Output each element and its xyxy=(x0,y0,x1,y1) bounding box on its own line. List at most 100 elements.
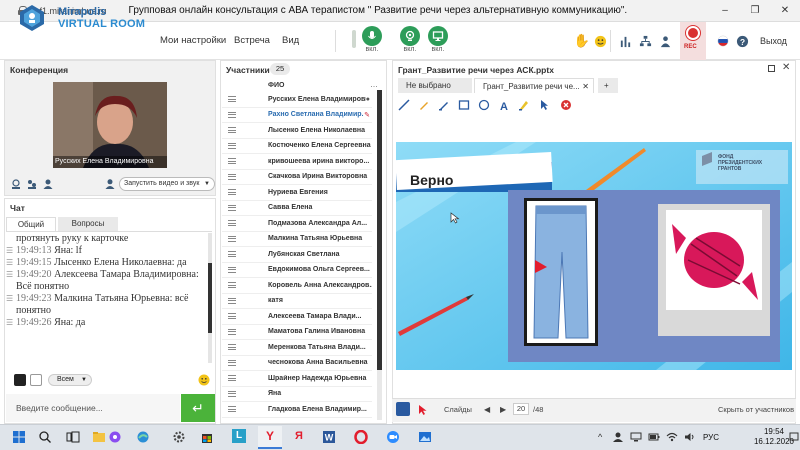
presentation-slide[interactable]: Верно ФОНД ПРЕЗИДЕНТСКИХ ГРАНТОВ xyxy=(396,142,792,370)
participant-row[interactable]: Костюченко Елена Сергеевна xyxy=(222,139,372,154)
participant-row[interactable]: Коровель Анна Александров... xyxy=(222,278,372,294)
marker-tool-icon[interactable] xyxy=(438,99,450,111)
camera-button[interactable] xyxy=(400,26,420,46)
pointer-tool-icon[interactable] xyxy=(538,99,550,111)
battery-icon[interactable] xyxy=(648,432,660,442)
maximize-panel-icon[interactable] xyxy=(768,65,775,72)
zoom-icon[interactable] xyxy=(386,430,400,444)
video-grid-icon[interactable] xyxy=(10,178,22,190)
language-indicator[interactable]: РУС xyxy=(703,433,719,442)
tab-presentation-file[interactable]: Грант_Развитие речи че... ✕ xyxy=(474,78,594,93)
yandex-icon[interactable]: Я xyxy=(292,429,306,443)
task-view-icon[interactable] xyxy=(66,430,80,444)
close-tab-icon[interactable]: ✕ xyxy=(582,79,589,93)
participant-row[interactable]: катя xyxy=(222,294,372,309)
pencil-tool-icon[interactable] xyxy=(418,99,430,111)
chat-scroll-thumb[interactable] xyxy=(208,263,212,333)
participant-row[interactable]: Скачкова Ирина Викторовна xyxy=(222,170,372,185)
participant-row[interactable]: Русских Елена Владимировна ● xyxy=(222,92,372,108)
help-icon[interactable]: ? xyxy=(734,33,750,49)
participant-row[interactable]: Савва Елена xyxy=(222,201,372,216)
chat-message-input[interactable]: Введите сообщение... xyxy=(6,394,180,422)
participant-row[interactable]: Евдокимова Ольга Сергеев... xyxy=(222,263,372,278)
record-button[interactable] xyxy=(686,26,700,40)
l-app-icon[interactable]: L xyxy=(232,429,246,443)
search-icon[interactable] xyxy=(38,430,52,444)
next-slide-button[interactable]: ▶ xyxy=(500,405,506,414)
wifi-icon[interactable] xyxy=(666,432,678,442)
menu-meeting[interactable]: Встреча xyxy=(234,35,270,46)
emoji-icon[interactable] xyxy=(592,33,608,49)
screen-share-button[interactable] xyxy=(428,26,448,46)
file-explorer-icon[interactable] xyxy=(92,430,106,444)
participant-row[interactable]: Малкина Татьяна Юрьевна xyxy=(222,232,372,247)
close-button[interactable]: ✕ xyxy=(770,5,800,16)
minimize-button[interactable]: – xyxy=(710,5,740,16)
yandex-browser-icon[interactable]: Y xyxy=(264,429,276,443)
participant-row[interactable]: чеснокова Анна Васильевна xyxy=(222,356,372,371)
participant-row[interactable]: Яна xyxy=(222,387,372,402)
emoji-picker-icon[interactable] xyxy=(198,374,210,386)
people-icon[interactable] xyxy=(612,432,624,442)
speaker-view-icon[interactable] xyxy=(42,178,54,190)
draw-mode-icon[interactable] xyxy=(396,402,410,416)
start-video-select[interactable]: Запустить видео и звук ▼ xyxy=(119,177,215,191)
participants-scroll-thumb[interactable] xyxy=(377,90,382,370)
line-tool-icon[interactable] xyxy=(398,99,410,111)
text-color-icon[interactable] xyxy=(14,374,26,386)
tab-not-selected[interactable]: Не выбрано xyxy=(398,78,472,93)
menu-my-settings[interactable]: Мои настройки xyxy=(160,35,226,46)
breakout-rooms-icon[interactable] xyxy=(637,33,653,49)
network-icon[interactable] xyxy=(630,432,642,442)
highlighter-tool-icon[interactable] xyxy=(518,99,530,111)
volume-icon[interactable] xyxy=(684,432,696,442)
recipient-select[interactable]: Всем ▼ xyxy=(48,374,92,386)
opera-icon[interactable] xyxy=(354,430,368,444)
photos-icon[interactable] xyxy=(418,430,432,444)
users-icon[interactable] xyxy=(657,33,673,49)
alice-assistant-icon[interactable] xyxy=(108,430,122,444)
word-icon[interactable]: W xyxy=(322,430,336,444)
participant-row[interactable]: кривошеева ирина викторо... xyxy=(222,154,372,170)
windows-start-icon[interactable] xyxy=(12,430,26,444)
more-icon[interactable]: … xyxy=(370,80,378,89)
settings-gear-icon[interactable] xyxy=(172,430,186,444)
menu-view[interactable]: Вид xyxy=(282,35,299,46)
column-header-fio[interactable]: ФИО xyxy=(268,82,284,89)
slides-label[interactable]: Слайды xyxy=(444,405,472,414)
raise-hand-icon[interactable]: ✋ xyxy=(574,33,590,49)
chat-scrollbar[interactable] xyxy=(208,233,212,363)
tab-general[interactable]: Общий xyxy=(6,217,56,231)
add-tab-button[interactable]: + xyxy=(598,78,618,93)
participant-row[interactable]: Меренкова Татьяна Влади... xyxy=(222,340,372,356)
hide-from-participants-button[interactable]: Скрыть от участников xyxy=(718,405,794,414)
text-tool-icon[interactable]: A xyxy=(498,99,510,111)
mic-button[interactable] xyxy=(362,26,382,46)
rectangle-tool-icon[interactable] xyxy=(458,99,470,111)
slide-number-input[interactable]: 20 xyxy=(513,403,529,415)
video-layout-icon[interactable] xyxy=(26,178,38,190)
prev-slide-button[interactable]: ◀ xyxy=(484,405,490,414)
maximize-button[interactable]: ❐ xyxy=(740,5,770,16)
notifications-icon[interactable] xyxy=(789,432,799,442)
participant-row[interactable]: Гладкова Елена Владимир... xyxy=(222,402,372,418)
circle-tool-icon[interactable] xyxy=(478,99,490,111)
participant-row[interactable]: Подмазова Александра Ал... xyxy=(222,216,372,232)
tab-questions[interactable]: Вопросы xyxy=(58,217,118,231)
participant-row[interactable]: Рахно Светлана Владимир... ✎ xyxy=(222,108,372,123)
exit-button[interactable]: Выход xyxy=(760,36,787,46)
participant-row[interactable]: Алексеева Тамара Влади... xyxy=(222,309,372,325)
send-button[interactable]: ↵ xyxy=(181,394,215,422)
participant-row[interactable]: Маматова Галина Ивановна xyxy=(222,325,372,340)
store-bag-icon[interactable] xyxy=(200,430,214,444)
participant-row[interactable]: Шрайнер Надежда Юрьевна xyxy=(222,371,372,387)
poll-chart-icon[interactable] xyxy=(617,33,633,49)
pointer-mode-icon[interactable] xyxy=(418,404,428,416)
background-color-icon[interactable] xyxy=(30,374,42,386)
participant-row[interactable]: Лысенко Елена Николаевна xyxy=(222,123,372,139)
clear-tool-icon[interactable] xyxy=(560,99,572,111)
close-panel-icon[interactable]: ✕ xyxy=(782,62,790,73)
participant-row[interactable]: Нуриева Евгения xyxy=(222,185,372,201)
participant-row[interactable]: Лубянская Светлана xyxy=(222,247,372,263)
tray-overflow-icon[interactable]: ^ xyxy=(598,432,602,442)
